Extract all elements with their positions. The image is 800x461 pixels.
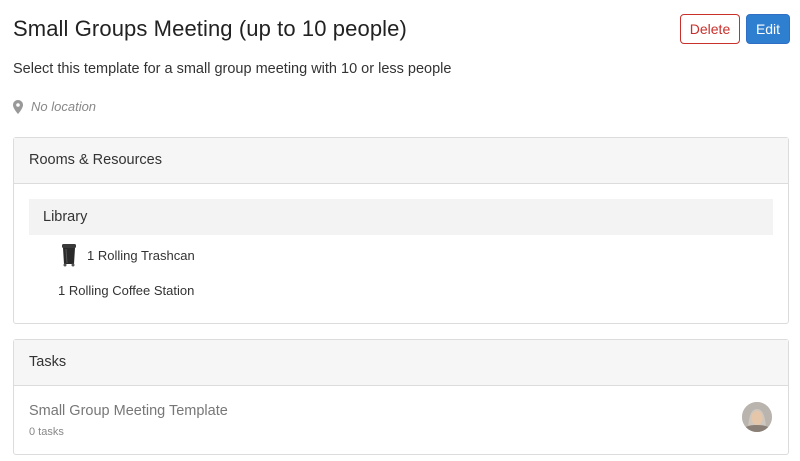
page-title: Small Groups Meeting (up to 10 people) [13,16,407,41]
room-library: Library [29,199,773,235]
rooms-resources-heading: Rooms & Resources [14,138,788,184]
location-row: No location [13,99,96,114]
resource-label: 1 Rolling Trashcan [87,247,195,263]
resource-label: 1 Rolling Coffee Station [58,283,195,298]
location-text: No location [31,99,97,114]
template-description: Select this template for a small group m… [13,61,452,77]
task-count: 0 tasks [29,426,64,438]
user-avatar [742,402,772,432]
map-pin-icon [13,99,23,114]
edit-button[interactable]: Edit [746,14,790,44]
resource-item: 1 Rolling Trashcan [60,242,195,268]
rooms-resources-panel: Rooms & Resources Library 1 Rolling Tras… [13,137,789,324]
tasks-panel: Tasks Small Group Meeting Template 0 tas… [13,339,789,455]
task-list-name[interactable]: Small Group Meeting Template [29,403,228,419]
delete-button[interactable]: Delete [680,14,740,44]
resource-item: 1 Rolling Coffee Station [58,283,194,298]
trashcan-icon [62,244,76,267]
page-header: Small Groups Meeting (up to 10 people) D… [13,14,790,46]
tasks-heading: Tasks [14,340,788,386]
